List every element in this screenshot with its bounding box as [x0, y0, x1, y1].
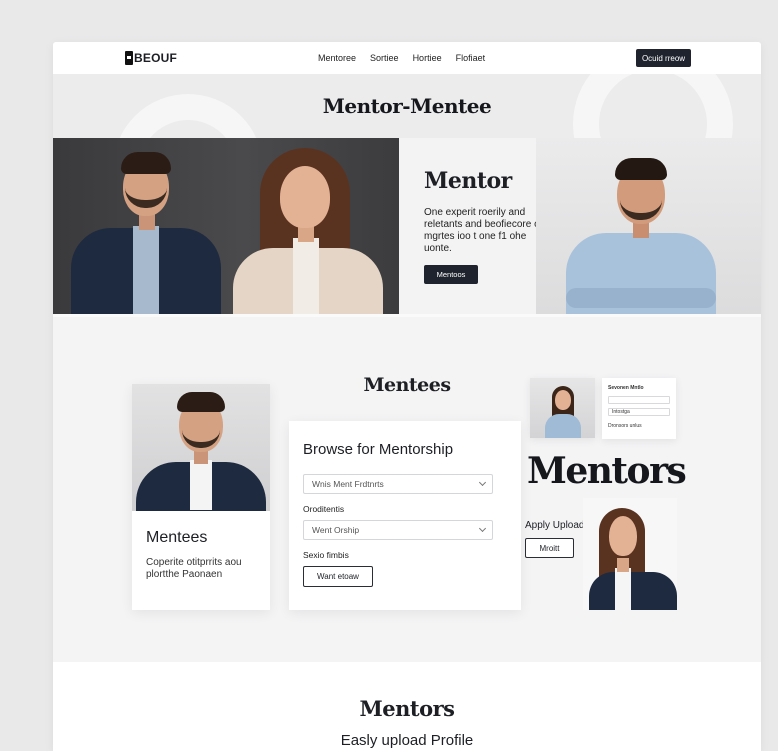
browse-title: Browse for Mentorship — [303, 441, 454, 458]
apply-upload-label: Apply Upload — [525, 520, 585, 531]
mentees-card-title: Mentees — [146, 529, 208, 546]
mini-card-title: Sevonen Mntlo — [608, 385, 644, 391]
mentees-card[interactable]: Mentees Coperite otitprrits aou plortthe… — [132, 384, 270, 610]
nav-link-4[interactable]: Flofiaet — [456, 53, 486, 63]
mentor-woman-photo — [583, 498, 677, 610]
mini-input[interactable] — [608, 396, 670, 404]
mentor-intro: Mentor One experit roerily and reletants… — [399, 138, 543, 314]
nav-cta-button[interactable]: Ocuid rreow — [636, 49, 691, 67]
nav-links: Mentoree Sortiee Hortiee Flofiaet — [318, 53, 485, 63]
browse-mentorship-card: Browse for Mentorship Wnis Ment Frdtnrts… — [289, 421, 521, 610]
mentee-photo — [132, 384, 270, 511]
mentees-card-description: Coperite otitprrits aou plortthe Paonaen — [146, 557, 242, 580]
apply-upload-button[interactable]: Mroitt — [525, 538, 574, 558]
bottom-mentors-title: Mentors — [359, 696, 455, 721]
mentor-photo — [536, 138, 761, 314]
mentor-select[interactable]: Wnis Ment Frdtnrts — [303, 474, 493, 494]
logo-icon — [125, 51, 133, 65]
mini-select[interactable]: Intostga — [608, 408, 670, 416]
mini-select-value: Intostga — [612, 409, 630, 415]
mentor-thumbnail[interactable] — [530, 378, 595, 438]
mini-profile-card: Sevonen Mntlo Intostga Dronsors unlus — [602, 378, 676, 439]
browse-submit-button[interactable]: Want etoaw — [303, 566, 373, 587]
mentor-title: Mentor — [424, 168, 512, 194]
chevron-down-icon — [478, 524, 487, 533]
hero-title: Mentor-Mentee — [322, 94, 492, 118]
brand-name: BEOUF — [134, 51, 177, 65]
top-navigation: BEOUF Mentoree Sortiee Hortiee Flofiaet … — [53, 42, 761, 74]
secondary-label: Sexio fimbis — [303, 550, 349, 560]
section-divider — [53, 314, 761, 317]
mentors-heading: Mentors — [527, 450, 687, 492]
mentor-select-value: Wnis Ment Frdtnrts — [312, 479, 384, 489]
brand-logo[interactable]: BEOUF — [125, 51, 177, 65]
mentorship-select[interactable]: Went Orship — [303, 520, 493, 540]
nav-link-1[interactable]: Mentoree — [318, 53, 356, 63]
nav-link-2[interactable]: Sortiee — [370, 53, 399, 63]
bottom-subtitle: Easly upload Profile — [340, 732, 474, 749]
mentor-description: One experit roerily and reletants and be… — [424, 207, 543, 254]
filter-label: Oroditentis — [303, 504, 345, 514]
mini-card-footer: Dronsors unlus — [608, 423, 642, 429]
landing-page: BEOUF Mentoree Sortiee Hortiee Flofiaet … — [53, 42, 761, 751]
chevron-down-icon — [478, 478, 487, 487]
nav-link-3[interactable]: Hortiee — [413, 53, 442, 63]
mentors-button[interactable]: Mentoos — [424, 265, 478, 284]
hero-duo-photo — [53, 138, 399, 314]
mentorship-select-value: Went Orship — [312, 525, 360, 535]
